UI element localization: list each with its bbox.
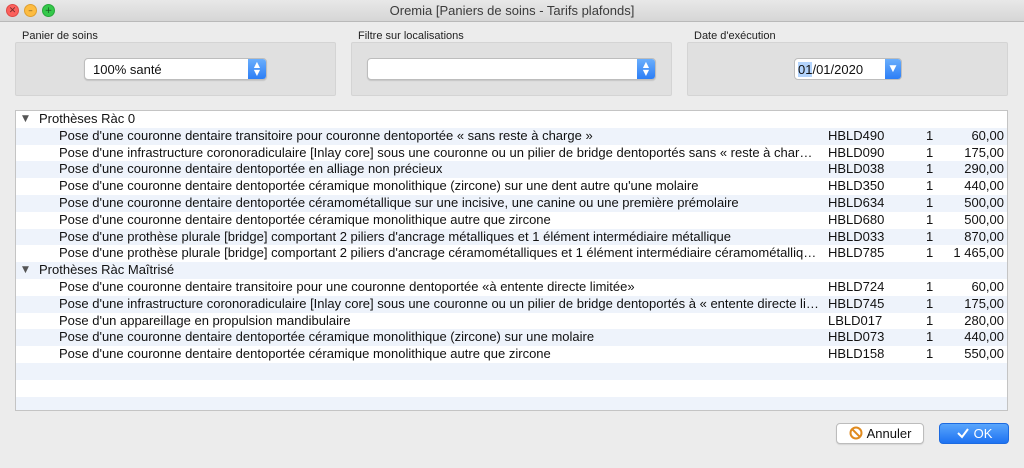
table-row[interactable]: Pose d'une prothèse plurale [bridge] com… xyxy=(16,245,1007,262)
act-code: HBLD090 xyxy=(828,144,885,160)
act-label: Pose d'une couronne dentaire dentoportée… xyxy=(59,211,551,227)
table-row[interactable]: Pose d'une infrastructure coronoradicula… xyxy=(16,295,1007,313)
panier-select-value: 100% santé xyxy=(93,62,162,77)
act-label: Pose d'une prothèse plurale [bridge] com… xyxy=(59,245,819,261)
act-price: 60,00 xyxy=(971,127,1004,143)
table-row[interactable]: Pose d'une couronne dentaire dentoportée… xyxy=(16,212,1007,229)
act-label: Pose d'un appareillage en propulsion man… xyxy=(59,312,351,328)
act-code: LBLD017 xyxy=(828,312,883,328)
act-code: HBLD680 xyxy=(828,211,885,227)
group-row[interactable]: ▼ Prothèses Ràc Maîtrisé xyxy=(16,262,1007,279)
act-code: HBLD350 xyxy=(828,178,885,194)
title-bar: ✕ – + Oremia [Paniers de soins - Tarifs … xyxy=(0,0,1024,22)
act-code: HBLD724 xyxy=(828,278,885,294)
disclosure-triangle-icon[interactable]: ▼ xyxy=(22,262,29,279)
disclosure-triangle-icon[interactable]: ▼ xyxy=(22,111,29,128)
act-code: HBLD785 xyxy=(828,245,885,261)
table-row[interactable]: Pose d'un appareillage en propulsion man… xyxy=(16,313,1007,330)
ok-button[interactable]: OK xyxy=(939,423,1009,444)
act-price: 290,00 xyxy=(964,161,1004,177)
act-label: Pose d'une couronne dentaire dentoportée… xyxy=(59,346,551,362)
acts-list[interactable]: ▼ Prothèses Ràc 0 Pose d'une couronne dent… xyxy=(15,110,1008,411)
table-row[interactable]: Pose d'une infrastructure coronoradicula… xyxy=(16,145,1007,162)
updown-chevron-icon: ▲ ▼ xyxy=(637,59,655,79)
act-label: Pose d'une infrastructure coronoradicula… xyxy=(59,144,819,160)
group-row[interactable]: ▼ Prothèses Ràc 0 xyxy=(16,111,1007,128)
act-label: Pose d'une couronne dentaire dentoportée… xyxy=(59,178,699,194)
act-label: Pose d'une couronne dentaire dentoportée… xyxy=(59,194,739,210)
cancel-button[interactable]: Annuler xyxy=(836,423,924,444)
ok-button-label: OK xyxy=(973,426,993,441)
act-price: 440,00 xyxy=(964,178,1004,194)
act-price: 1 465,00 xyxy=(953,245,1004,261)
table-row[interactable]: Pose d'une couronne dentaire transitoire… xyxy=(16,127,1007,145)
act-label: Pose d'une prothèse plurale [bridge] com… xyxy=(59,228,731,244)
act-price: 175,00 xyxy=(964,144,1004,160)
act-label: Pose d'une infrastructure coronoradicula… xyxy=(59,295,819,311)
act-code: HBLD634 xyxy=(828,194,885,210)
act-label: Pose d'une couronne dentaire dentoportée… xyxy=(59,161,443,177)
table-row[interactable]: Pose d'une couronne dentaire dentoportée… xyxy=(16,329,1007,347)
table-row[interactable]: Pose d'une couronne dentaire transitoire… xyxy=(16,279,1007,296)
localisation-select[interactable]: ▲ ▼ xyxy=(367,58,656,80)
date-value: 01/01/2020 xyxy=(798,62,863,77)
prohibited-icon xyxy=(849,426,863,440)
act-price: 550,00 xyxy=(964,346,1004,362)
group-title: Prothèses Ràc 0 xyxy=(39,111,136,126)
act-price: 60,00 xyxy=(971,278,1004,294)
act-code: HBLD033 xyxy=(828,228,885,244)
act-code: HBLD158 xyxy=(828,346,885,362)
act-price: 870,00 xyxy=(964,228,1004,244)
chevron-down-icon[interactable]: ▼ xyxy=(885,59,901,79)
date-field[interactable]: 01/01/2020 ▼ xyxy=(794,58,902,80)
empty-row xyxy=(16,362,1007,380)
updown-chevron-icon: ▲ ▼ xyxy=(248,59,266,79)
panier-label: Panier de soins xyxy=(22,30,98,42)
empty-row xyxy=(16,380,1007,397)
group-title: Prothèses Ràc Maîtrisé xyxy=(39,262,175,278)
checkmark-icon xyxy=(956,428,969,439)
table-row[interactable]: Pose d'une couronne dentaire dentoportée… xyxy=(16,194,1007,212)
act-price: 280,00 xyxy=(964,312,1004,328)
act-code: HBLD745 xyxy=(828,295,885,311)
empty-row xyxy=(16,396,1007,410)
act-price: 500,00 xyxy=(964,194,1004,210)
table-row[interactable]: Pose d'une prothèse plurale [bridge] com… xyxy=(16,228,1007,246)
panier-select[interactable]: 100% santé ▲ ▼ xyxy=(84,58,267,80)
act-code: HBLD038 xyxy=(828,161,885,177)
act-label: Pose d'une couronne dentaire transitoire… xyxy=(59,127,593,143)
date-remainder: /01/2020 xyxy=(812,62,864,77)
act-price: 500,00 xyxy=(964,211,1004,227)
table-row[interactable]: Pose d'une couronne dentaire dentoportée… xyxy=(16,346,1007,363)
localisation-label: Filtre sur localisations xyxy=(358,30,464,42)
act-label: Pose d'une couronne dentaire transitoire… xyxy=(59,278,635,294)
cancel-button-label: Annuler xyxy=(866,426,912,441)
table-row[interactable]: Pose d'une couronne dentaire dentoportée… xyxy=(16,178,1007,195)
window-title: Oremia [Paniers de soins - Tarifs plafon… xyxy=(389,3,635,18)
act-label: Pose d'une couronne dentaire dentoportée… xyxy=(59,329,595,345)
act-price: 175,00 xyxy=(964,295,1004,311)
act-code: HBLD490 xyxy=(828,127,885,143)
date-label: Date d'exécution xyxy=(694,30,776,42)
date-day-selected: 01 xyxy=(798,62,813,77)
table-row[interactable]: Pose d'une couronne dentaire dentoportée… xyxy=(16,161,1007,179)
act-price: 440,00 xyxy=(964,329,1004,345)
act-code: HBLD073 xyxy=(828,329,885,345)
